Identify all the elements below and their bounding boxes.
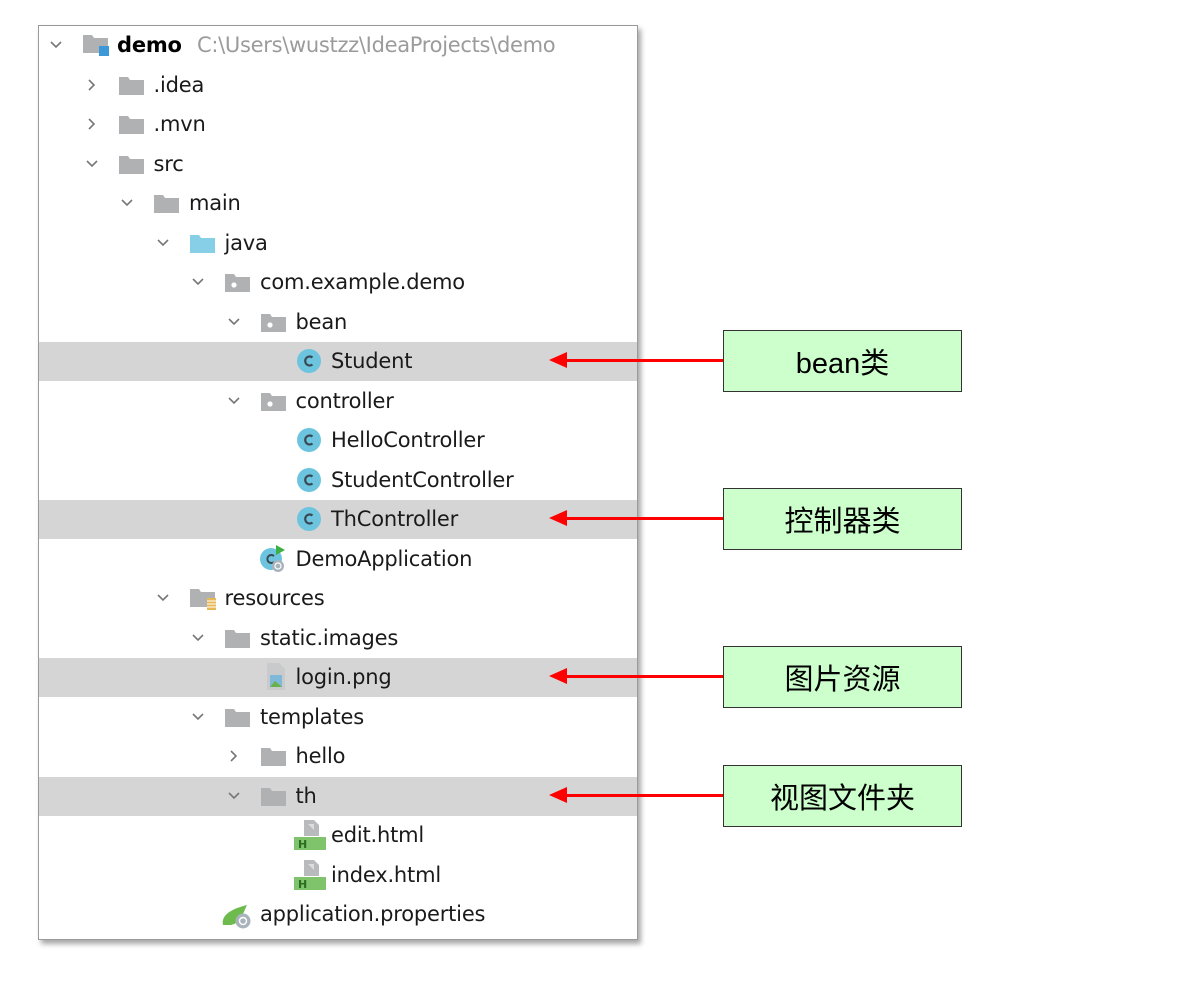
chevron-down-icon[interactable]: [227, 315, 241, 329]
chevron-down-icon[interactable]: [85, 157, 99, 171]
image-file-icon: [265, 663, 289, 690]
svg-text:H: H: [298, 838, 307, 850]
tree-row[interactable]: Hindex.html: [39, 856, 637, 895]
chevron-down-icon[interactable]: [191, 710, 205, 724]
resources-folder-icon: [189, 588, 216, 610]
source-folder-icon: [189, 234, 215, 254]
java-class-icon: [296, 467, 321, 492]
annotation-arrow: [565, 675, 723, 678]
tree-item-label: application.properties: [260, 902, 486, 926]
tree-item-label: login.png: [295, 665, 392, 689]
tree-row[interactable]: Student: [39, 342, 637, 381]
folder-icon: [225, 629, 250, 649]
tree-row[interactable]: ThController: [39, 500, 637, 539]
tree-item-label: Student: [331, 349, 413, 373]
html-file-icon: H: [294, 860, 326, 890]
spring-properties-icon: [221, 903, 251, 929]
folder-icon: [225, 708, 250, 728]
arrowhead-icon: [549, 668, 567, 684]
tree-row[interactable]: bean: [39, 303, 637, 342]
package-icon: [260, 313, 286, 333]
tree-row[interactable]: .idea: [39, 66, 637, 105]
package-icon: [225, 273, 250, 293]
tree-row[interactable]: controller: [39, 382, 637, 421]
tree-item-label: com.example.demo: [260, 270, 465, 294]
tree-row[interactable]: com.example.demo: [39, 263, 637, 302]
folder-icon: [118, 76, 144, 96]
tree-item-label: DemoApplication: [295, 547, 473, 571]
chevron-down-icon[interactable]: [156, 591, 170, 605]
tree-item-label: controller: [295, 389, 394, 413]
tree-item-label: src: [153, 152, 184, 176]
tree-item-label: java: [224, 231, 268, 255]
chevron-right-icon[interactable]: [85, 78, 99, 92]
chevron-down-icon[interactable]: [49, 38, 63, 52]
tree-row[interactable]: th: [39, 777, 637, 816]
tree-item-label: index.html: [331, 863, 441, 887]
tree-item-label: hello: [295, 744, 346, 768]
tree-item-label: bean: [295, 310, 348, 334]
annotation-arrow: [565, 794, 723, 797]
tree-row[interactable]: StudentController: [39, 461, 637, 500]
chevron-down-icon[interactable]: [191, 631, 205, 645]
module-folder-icon: [83, 35, 109, 56]
tree-item-label: ThController: [331, 507, 459, 531]
tree-item-label: edit.html: [331, 823, 425, 847]
tree-item-label: .mvn: [153, 112, 206, 136]
spring-boot-app-icon: [259, 544, 285, 572]
annotation-callout: 视图文件夹: [723, 765, 962, 827]
html-file-icon: H: [294, 820, 326, 850]
tree-row[interactable]: resources: [39, 579, 637, 618]
tree-item-label: HelloController: [331, 428, 485, 452]
tree-item-label: static.images: [260, 626, 399, 650]
tree-item-label: templates: [260, 705, 364, 729]
folder-icon: [260, 747, 286, 767]
annotation-arrow: [565, 359, 723, 362]
project-tree-panel: demo C:\Users\wustzz\IdeaProjects\demo .…: [38, 25, 638, 940]
tree-row[interactable]: .mvn: [39, 105, 637, 144]
svg-text:H: H: [298, 878, 307, 890]
tree-row[interactable]: hello: [39, 737, 637, 776]
chevron-down-icon[interactable]: [191, 275, 205, 289]
annotation-arrow: [565, 517, 723, 520]
tree-row[interactable]: templates: [39, 698, 637, 737]
tree-row-root[interactable]: demo C:\Users\wustzz\IdeaProjects\demo: [39, 26, 637, 65]
folder-icon: [118, 115, 144, 135]
tree-item-label: .idea: [153, 73, 205, 97]
tree-item-label: resources: [224, 586, 325, 610]
annotation-callout: 图片资源: [723, 646, 962, 708]
root-project-name: demo: [117, 33, 182, 57]
tree-item-label: StudentController: [331, 468, 514, 492]
tree-row[interactable]: login.png: [39, 658, 637, 697]
tree-item-label: th: [295, 784, 317, 808]
folder-icon: [118, 155, 144, 175]
chevron-down-icon[interactable]: [120, 196, 134, 210]
chevron-down-icon[interactable]: [156, 236, 170, 250]
chevron-down-icon[interactable]: [227, 394, 241, 408]
root-project-path: C:\Users\wustzz\IdeaProjects\demo: [197, 33, 556, 57]
java-class-icon: [296, 427, 321, 452]
java-class-icon: [296, 506, 321, 531]
tree-row[interactable]: static.images: [39, 619, 637, 658]
chevron-down-icon[interactable]: [227, 789, 241, 803]
folder-icon: [154, 194, 179, 214]
annotation-callout: bean类: [723, 330, 962, 392]
package-icon: [260, 392, 286, 412]
annotation-callout: 控制器类: [723, 488, 962, 550]
tree-row[interactable]: java: [39, 224, 637, 263]
tree-row[interactable]: HelloController: [39, 421, 637, 460]
arrowhead-icon: [549, 787, 567, 803]
tree-item-label: main: [189, 191, 241, 215]
chevron-right-icon[interactable]: [85, 117, 99, 131]
tree-row[interactable]: Hedit.html: [39, 816, 637, 855]
tree-row[interactable]: DemoApplication: [39, 540, 637, 579]
folder-icon: [260, 787, 286, 807]
tree-row[interactable]: main: [39, 184, 637, 223]
chevron-right-icon[interactable]: [227, 749, 241, 763]
java-class-icon: [296, 348, 321, 373]
arrowhead-icon: [549, 510, 567, 526]
tree-row[interactable]: application.properties: [39, 895, 637, 934]
arrowhead-icon: [549, 352, 567, 368]
tree-row[interactable]: src: [39, 145, 637, 184]
